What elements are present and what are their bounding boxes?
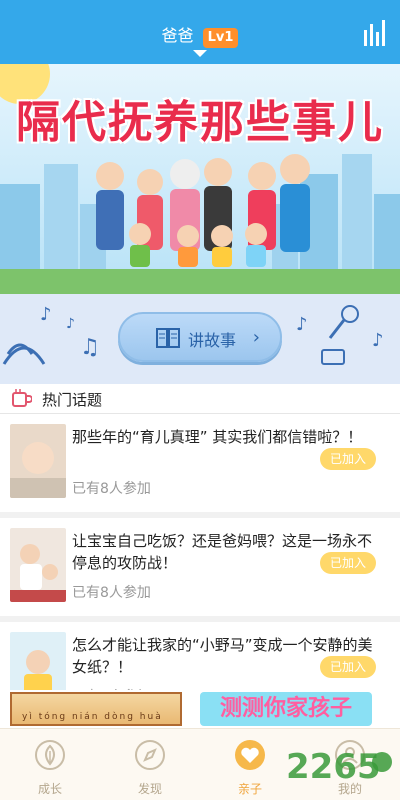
topic-item[interactable]: 怎么才能让我家的“小野马”变成一个安静的美女纸？！ 已有6人参加 已加入	[0, 622, 400, 706]
tab-parenting[interactable]: 亲子	[200, 729, 300, 800]
svg-text:♫: ♫	[80, 335, 100, 360]
svg-text:♪: ♪	[40, 304, 52, 325]
top-bar: 爸爸 Lv1	[0, 0, 400, 64]
promo-pinyin: yì tóng nián dòng huà	[22, 712, 163, 722]
tab-growth[interactable]: 成长	[0, 729, 100, 800]
tell-story-label: 讲故事	[188, 331, 237, 350]
cup-icon	[12, 389, 32, 407]
watermark-logo: 2265	[286, 747, 392, 787]
hot-topics-title: 热门话题	[42, 391, 103, 409]
topic-item[interactable]: 让宝宝自己吃饭？还是爸妈喂？这是一场永不停息的攻防战！ 已有8人参加 已加入	[0, 518, 400, 622]
book-icon	[156, 328, 180, 348]
svg-text:♪: ♪	[66, 316, 75, 332]
topic-participants: 已有8人参加	[72, 481, 151, 497]
banner[interactable]: 隔代抚养那些事儿	[0, 64, 400, 294]
topic-participants: 已有8人参加	[72, 585, 151, 601]
tab-discover[interactable]: 发现	[100, 729, 200, 800]
tab-label: 亲子	[237, 782, 262, 796]
chevron-right-icon: ›	[252, 327, 260, 348]
topic-item[interactable]: 那些年的“育儿真理” 其实我们都信错啦？！ 已有8人参加 已加入	[0, 414, 400, 518]
hot-topics-header: 热门话题	[0, 384, 400, 414]
level-badge: Lv1	[202, 28, 239, 48]
stats-icon[interactable]	[362, 20, 386, 46]
tell-story-button[interactable]: 讲故事 ›	[118, 312, 282, 362]
heart-icon	[235, 740, 265, 770]
joined-badge[interactable]: 已加入	[320, 448, 376, 470]
svg-text:♪: ♪	[296, 314, 308, 335]
joined-badge[interactable]: 已加入	[320, 552, 376, 574]
animation-promo[interactable]: yì tóng nián dòng huà	[10, 692, 182, 726]
compass-icon	[135, 740, 165, 770]
joined-badge[interactable]: 已加入	[320, 656, 376, 678]
role-selector[interactable]: 爸爸 Lv1	[0, 22, 400, 48]
banner-headline: 隔代抚养那些事儿	[16, 97, 384, 148]
tab-label: 发现	[137, 782, 162, 796]
chevron-down-icon[interactable]	[193, 50, 207, 57]
quiz-promo[interactable]: 测测你家孩子	[200, 692, 372, 726]
role-title: 爸爸	[161, 26, 194, 45]
topic-thumbnail	[10, 424, 66, 498]
svg-text:♪: ♪	[372, 330, 384, 351]
svg-text:2265: 2265	[286, 747, 381, 787]
promo-strip: yì tóng nián dòng huà 测测你家孩子	[0, 690, 400, 728]
story-section: ♪ ♫ ♪ ♪ ♪ 讲故事 ›	[0, 294, 400, 384]
topic-thumbnail	[10, 528, 66, 602]
leaf-icon	[35, 740, 65, 770]
tab-label: 成长	[37, 782, 62, 796]
topic-title: 那些年的“育儿真理” 其实我们都信错啦？！	[72, 428, 363, 446]
